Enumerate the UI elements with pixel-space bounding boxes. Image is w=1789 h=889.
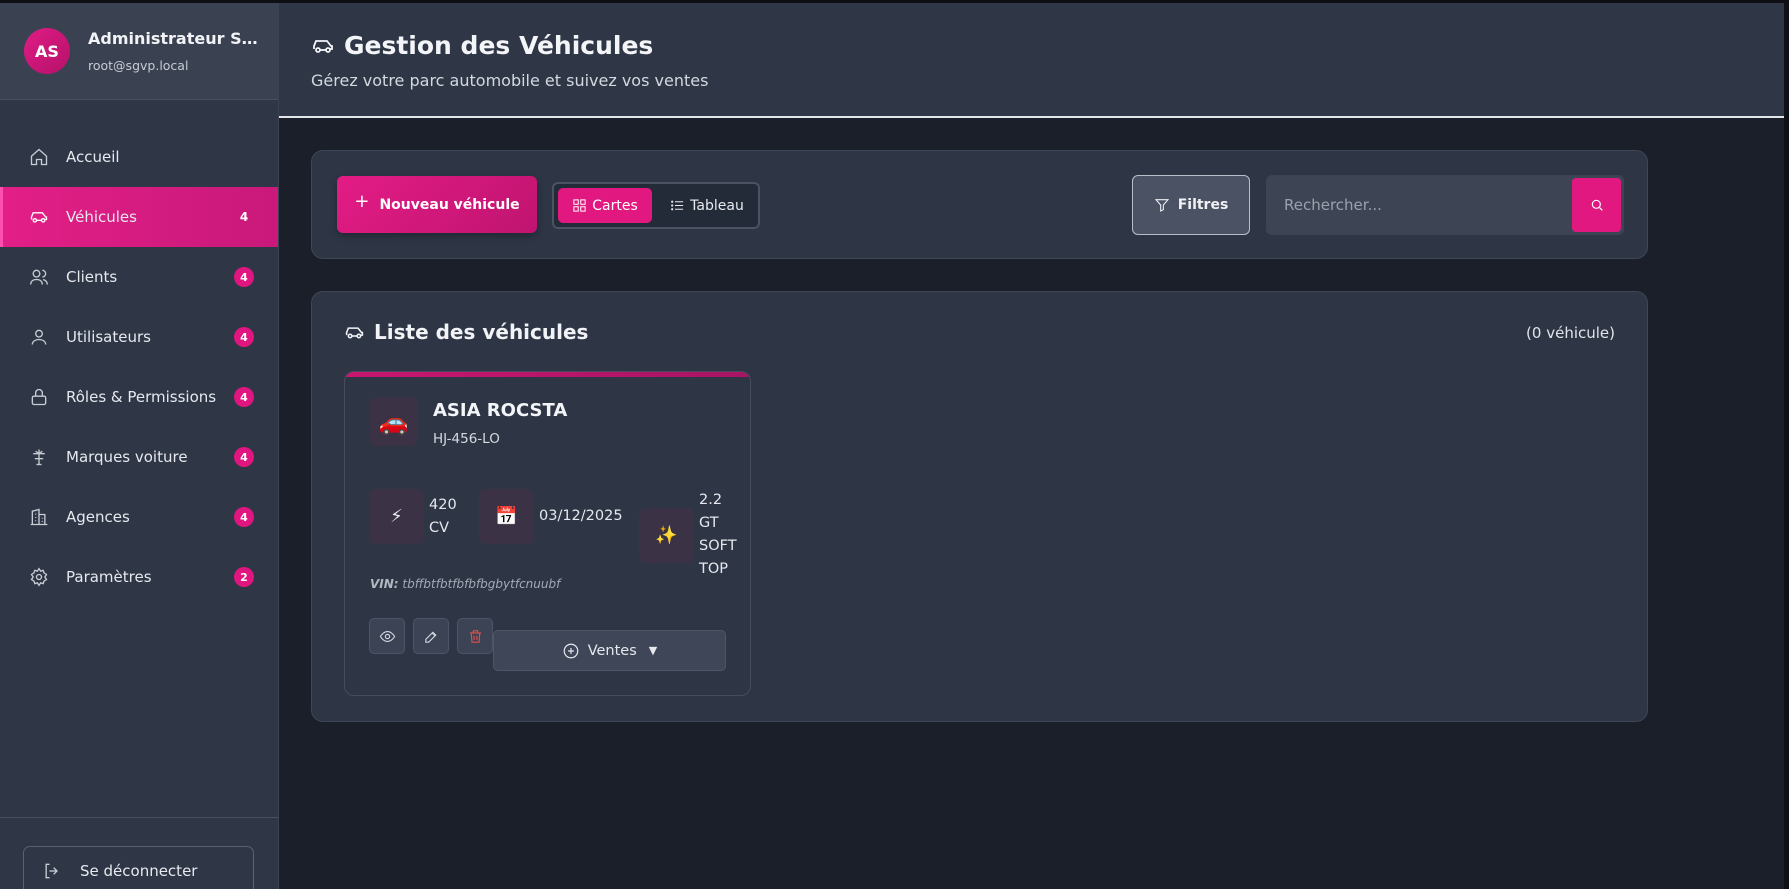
users-icon xyxy=(29,267,49,287)
view-cards-button[interactable]: Cartes xyxy=(558,188,652,223)
search-input[interactable] xyxy=(1266,175,1570,235)
sidebar-item-label: Agences xyxy=(66,508,130,526)
count-badge: 4 xyxy=(234,267,254,287)
list-icon xyxy=(671,200,684,211)
count-badge: 4 xyxy=(234,507,254,527)
search-button[interactable] xyxy=(1572,178,1621,232)
user-email: root@sgvp.local xyxy=(88,58,189,73)
sparkles-icon: ✨ xyxy=(639,507,694,563)
view-table-label: Tableau xyxy=(690,197,744,214)
vin-value: tbffbtfbtfbfbfbgbytfcnuubf xyxy=(402,577,561,591)
page-title: Gestion des Véhicules xyxy=(311,31,653,60)
count-badge: 2 xyxy=(234,567,254,587)
vehicle-name: ASIA ROCSTA xyxy=(433,400,568,421)
new-vehicle-label: Nouveau véhicule xyxy=(379,196,520,213)
car-icon xyxy=(345,326,364,339)
sidebar-item-parametres[interactable]: Paramètres 2 xyxy=(0,547,278,607)
list-title: Liste des véhicules xyxy=(344,320,588,344)
new-vehicle-button[interactable]: + Nouveau véhicule xyxy=(337,176,537,233)
spec-power-value: 420 CV xyxy=(429,496,457,536)
sidebar: AS Administrateur Super Admin root@sgvp.… xyxy=(0,3,279,889)
plus-circle-icon xyxy=(563,643,579,658)
edit-icon xyxy=(424,630,437,643)
sidebar-item-marques[interactable]: Marques voiture 4 xyxy=(0,427,278,487)
user-name: Administrateur Super Admin xyxy=(88,29,263,48)
scrollbar-track xyxy=(1784,3,1789,889)
sidebar-item-accueil[interactable]: Accueil xyxy=(0,127,278,187)
count-badge: 4 xyxy=(234,387,254,407)
sidebar-item-label: Utilisateurs xyxy=(66,328,151,346)
car-icon xyxy=(29,207,49,227)
calendar-icon: 📅 xyxy=(479,489,534,544)
plus-icon: + xyxy=(354,191,370,212)
spec-power: ⚡ 420 CV xyxy=(369,489,464,544)
vehicle-vin: VIN: tbffbtfbtfbfbfbgbytfcnuubf xyxy=(370,577,560,591)
sidebar-item-label: Paramètres xyxy=(66,568,152,586)
vehicle-count: (0 véhicule) xyxy=(1526,324,1615,342)
delete-button[interactable] xyxy=(457,618,493,654)
grid-icon xyxy=(573,199,586,212)
view-button[interactable] xyxy=(369,618,405,654)
sidebar-item-vehicules[interactable]: Véhicules 4 xyxy=(0,187,278,247)
toolbar: + Nouveau véhicule Cartes Tableau Filtre… xyxy=(311,150,1648,259)
view-table-button[interactable]: Tableau xyxy=(658,188,756,223)
page-header: Gestion des Véhicules Gérez votre parc a… xyxy=(279,3,1784,118)
count-badge: 4 xyxy=(239,210,249,224)
car-emoji-icon: 🚗 xyxy=(369,397,418,446)
spec-date: 📅 03/12/2025 xyxy=(479,489,623,544)
filters-button[interactable]: Filtres xyxy=(1132,175,1250,235)
filter-icon xyxy=(1154,199,1169,212)
list-title-text: Liste des véhicules xyxy=(374,320,589,344)
sidebar-item-agences[interactable]: Agences 4 xyxy=(0,487,278,547)
sidebar-item-label: Rôles & Permissions xyxy=(66,388,217,406)
brand-icon xyxy=(29,447,49,467)
search-icon xyxy=(1591,199,1603,211)
lightning-icon: ⚡ xyxy=(369,489,424,544)
vehicle-plate: HJ-456-LO xyxy=(433,431,500,447)
spec-version: ✨ 2.2 GT SOFT TOP xyxy=(639,489,744,581)
user-profile: AS Administrateur Super Admin root@sgvp.… xyxy=(0,3,278,100)
spec-date-value: 03/12/2025 xyxy=(539,508,623,524)
filters-label: Filtres xyxy=(1177,197,1229,213)
gear-icon xyxy=(29,567,49,587)
edit-button[interactable] xyxy=(413,618,449,654)
logout-button[interactable]: Se déconnecter xyxy=(23,846,254,889)
page-subtitle: Gérez votre parc automobile et suivez vo… xyxy=(311,71,709,90)
trash-icon xyxy=(469,629,481,643)
sales-dropdown-button[interactable]: Ventes ▼ xyxy=(493,630,726,671)
avatar: AS xyxy=(24,28,70,74)
sidebar-item-roles[interactable]: Rôles & Permissions 4 xyxy=(0,367,278,427)
logout-icon xyxy=(45,863,58,879)
logout-label: Se déconnecter xyxy=(80,862,198,880)
search-box xyxy=(1266,175,1624,235)
vehicle-list: Liste des véhicules (0 véhicule) 🚗 ASIA … xyxy=(311,291,1648,722)
user-icon xyxy=(29,327,49,347)
count-badge: 4 xyxy=(234,327,254,347)
car-icon xyxy=(313,39,333,53)
vin-label: VIN: xyxy=(370,577,399,591)
home-icon xyxy=(29,147,49,167)
sidebar-item-label: Accueil xyxy=(66,148,120,166)
card-accent-bar xyxy=(345,372,750,377)
sidebar-item-label: Clients xyxy=(66,268,118,286)
sidebar-nav: Accueil Véhicules 4 Clients 4 Utilisateu… xyxy=(0,127,278,607)
sidebar-item-label: Véhicules xyxy=(66,208,137,226)
lock-icon xyxy=(29,387,49,407)
sidebar-item-label: Marques voiture xyxy=(66,448,188,466)
sidebar-item-utilisateurs[interactable]: Utilisateurs 4 xyxy=(0,307,278,367)
page-title-text: Gestion des Véhicules xyxy=(344,31,654,60)
view-toggle: Cartes Tableau xyxy=(552,182,760,229)
sales-label: Ventes xyxy=(587,642,637,659)
vehicle-card: 🚗 ASIA ROCSTA HJ-456-LO ⚡ 420 CV 📅 03/12… xyxy=(344,371,751,696)
sidebar-footer: Se déconnecter xyxy=(0,817,279,889)
caret-down-icon: ▼ xyxy=(648,644,658,657)
spec-version-value: 2.2 GT SOFT TOP xyxy=(699,492,737,577)
eye-icon xyxy=(379,630,395,642)
view-cards-label: Cartes xyxy=(592,197,638,214)
count-badge: 4 xyxy=(234,447,254,467)
sidebar-item-clients[interactable]: Clients 4 xyxy=(0,247,278,307)
building-icon xyxy=(29,507,49,527)
